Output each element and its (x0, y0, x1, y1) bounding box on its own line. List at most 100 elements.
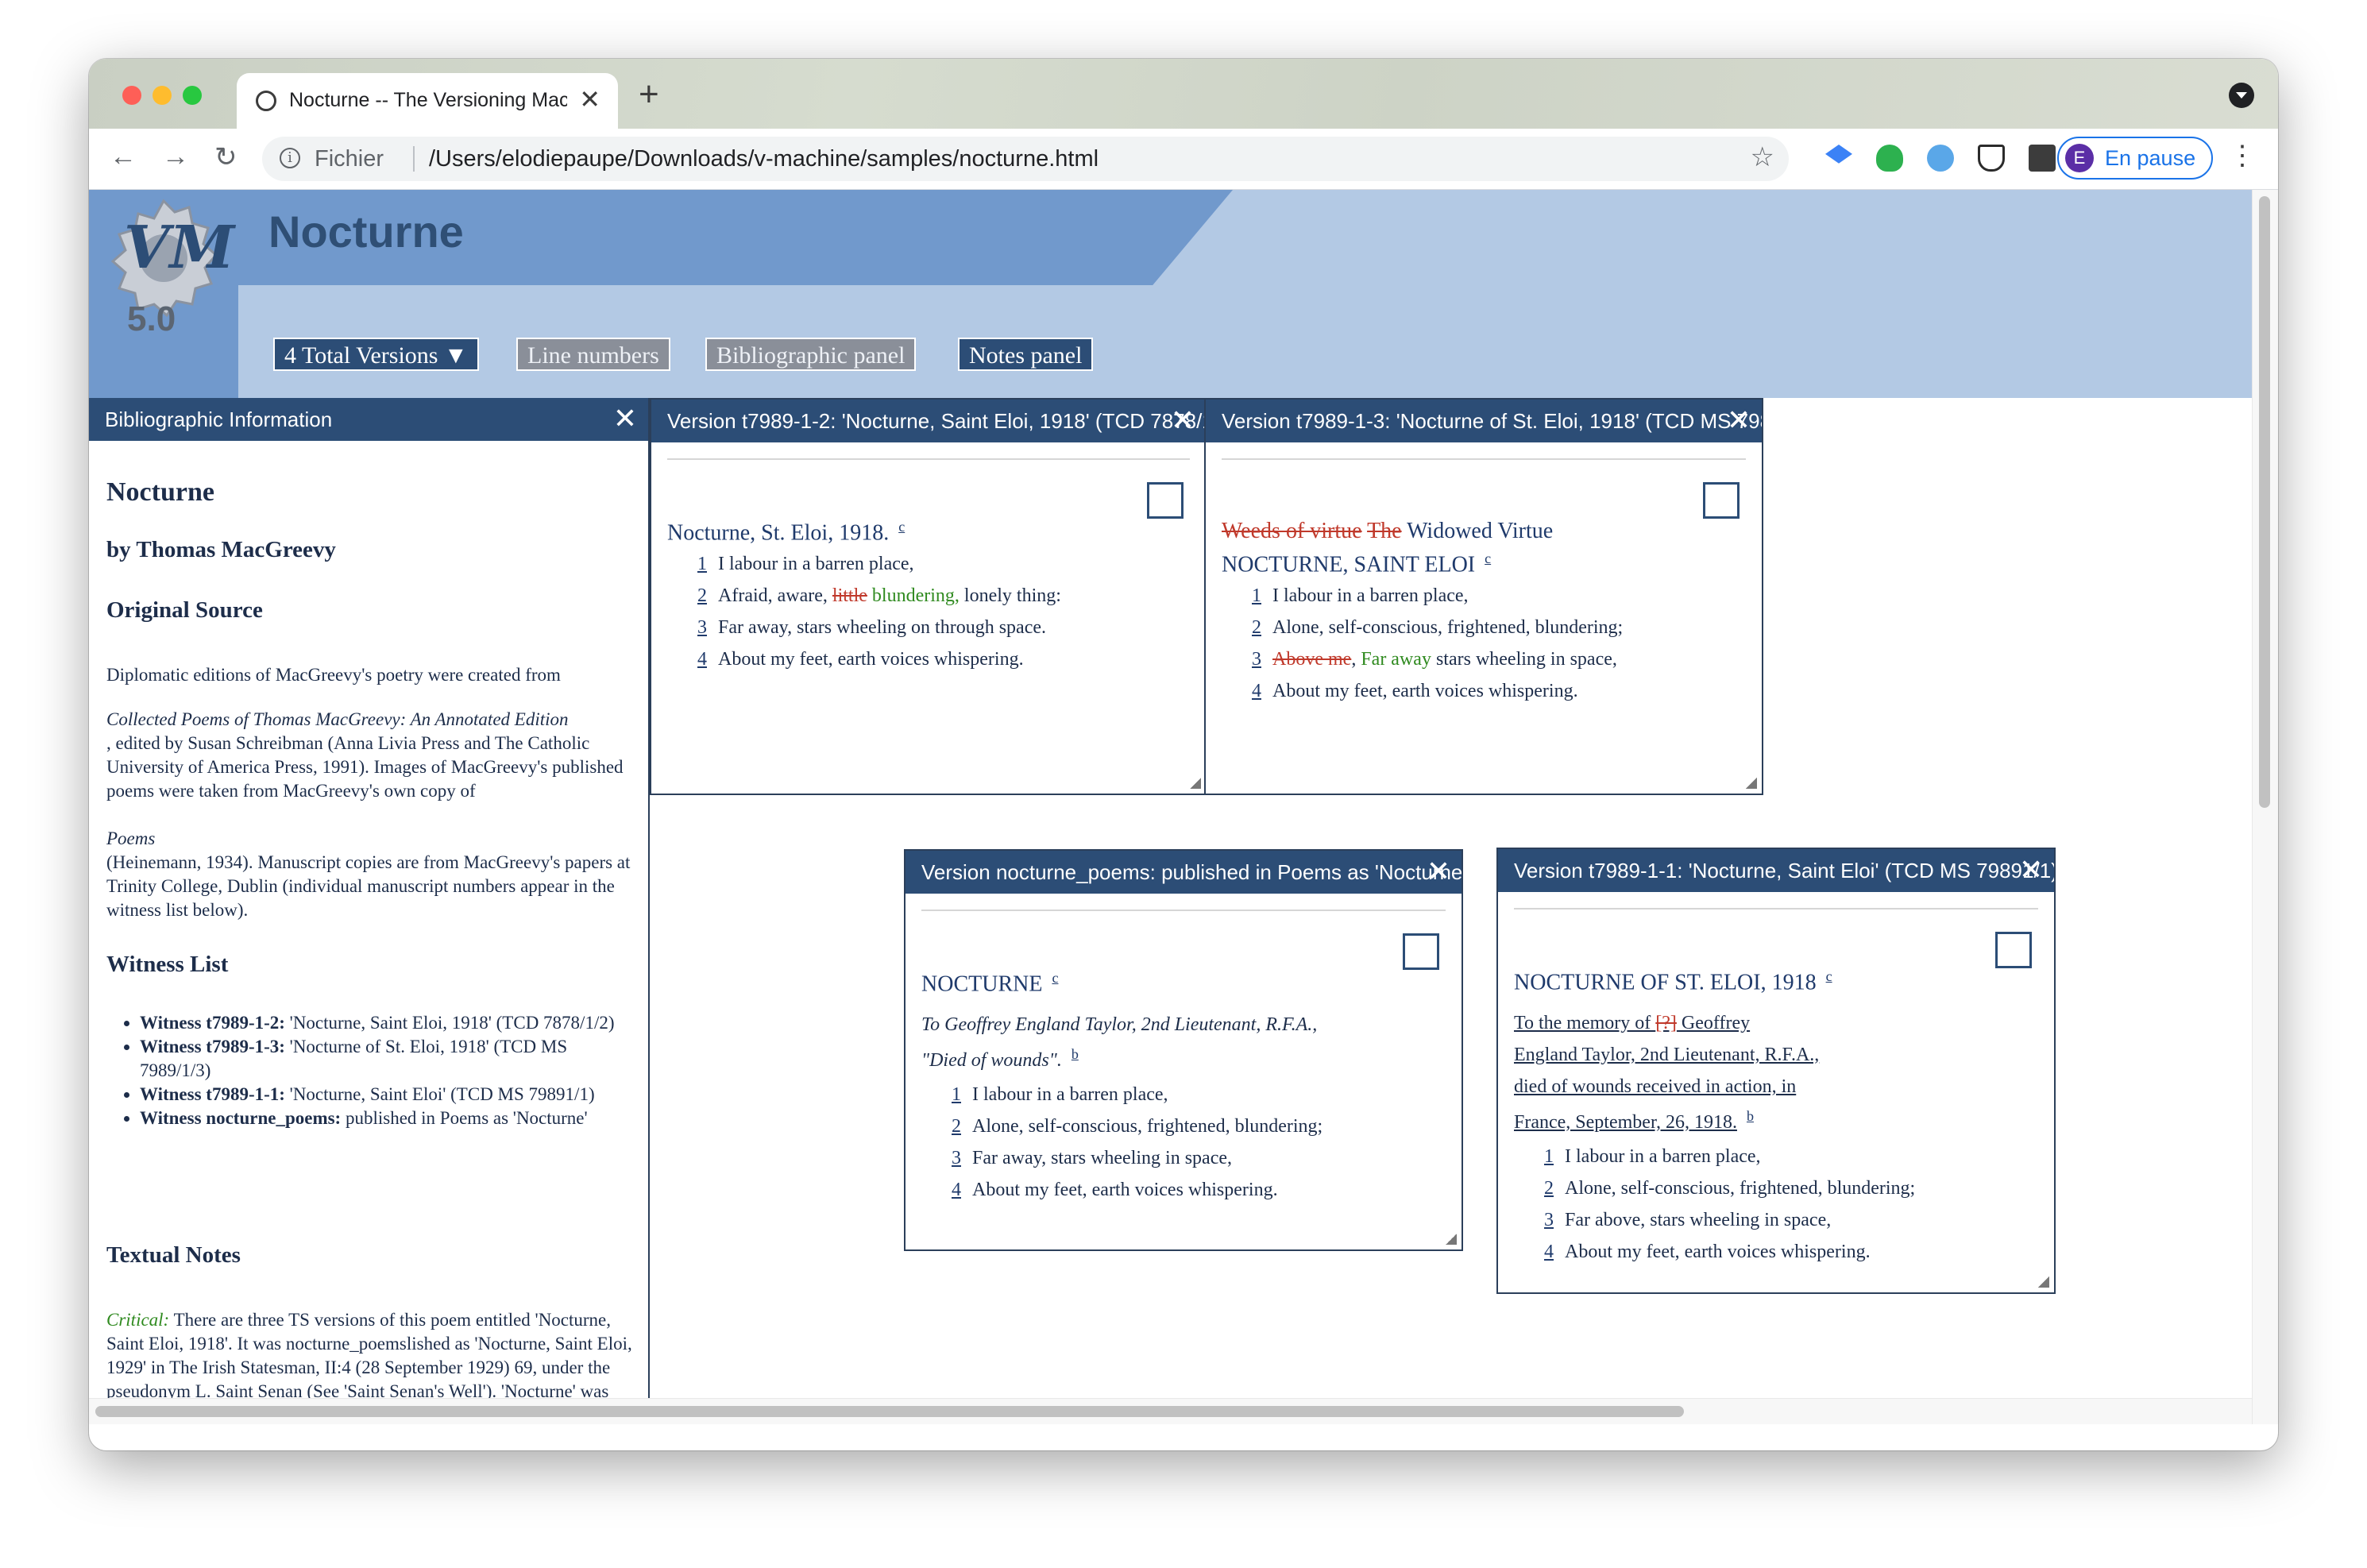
note-marker[interactable]: c (1485, 550, 1491, 566)
profile-label: En pause (2105, 146, 2196, 170)
panel-rule (1222, 458, 1746, 460)
url-text[interactable]: /Users/elodiepaupe/Downloads/v-machine/s… (429, 146, 1099, 172)
source-book: Collected Poems of Thomas MacGreevy: An … (106, 709, 569, 729)
scheme-label: Fichier (315, 146, 384, 172)
forward-icon[interactable]: → (162, 141, 189, 172)
note-marker[interactable]: c (1826, 968, 1832, 984)
notes-panel-button[interactable]: Notes panel (958, 338, 1094, 371)
close-window-button[interactable] (122, 86, 141, 105)
version-close-icon[interactable]: ✕ (1427, 851, 1450, 894)
browser-toolbar: ← → ↻ i Fichier /Users/elodiepaupe/Downl… (89, 129, 2278, 190)
panel-rule (667, 458, 1190, 460)
note-marker[interactable]: c (1052, 970, 1058, 986)
panel-rule (1514, 908, 2038, 910)
note-marker[interactable]: b (1747, 1108, 1754, 1124)
note-marker[interactable]: b (1072, 1046, 1079, 1062)
poem-line: 4 About my feet, earth voices whispering. (1544, 1242, 1871, 1262)
version-title: Version nocturne_poems: published in Poe… (905, 851, 1462, 894)
browser-tab[interactable]: Nocturne -- The Versioning Machine ✕ (237, 73, 618, 129)
bibliographic-panel[interactable]: Bibliographic Information ✕ Nocturne by … (89, 398, 650, 1424)
tab-search-icon[interactable] (2229, 83, 2254, 108)
poem-dedication: To Geoffrey England Taylor, 2nd Lieutena… (921, 1014, 1318, 1035)
note-marker[interactable]: c (898, 519, 905, 535)
version-close-icon[interactable]: ✕ (2019, 849, 2043, 892)
tab-close-icon[interactable]: ✕ (579, 84, 600, 114)
source-intro: Diplomatic editions of MacGreevy's poetr… (106, 665, 561, 685)
menu-kebab-icon[interactable]: ⋮ (2229, 140, 2256, 172)
source-poems: Poems (106, 828, 156, 848)
new-tab-button[interactable]: + (639, 75, 659, 114)
bib-author: by Thomas MacGreevy (106, 537, 336, 562)
avatar: E (2065, 144, 2094, 172)
poem-dedication: England Taylor, 2nd Lieutenant, R.F.A., (1514, 1045, 1820, 1065)
source-end: (Heinemann, 1934). Manuscript copies are… (106, 852, 631, 920)
page-content: VM 5.0 Nocturne 4 Total Versions ▼ Line … (89, 190, 2253, 1424)
extension-cap-icon[interactable] (1825, 145, 1852, 164)
bookmark-star-icon[interactable]: ☆ (1751, 141, 1774, 173)
poem-line: 2 Afraid, aware, little blundering, lonel… (697, 585, 1061, 606)
resize-handle[interactable] (1190, 778, 1201, 789)
version-title: Version t7989-1-3: 'Nocturne of St. Eloi… (1206, 400, 1762, 442)
tab-title: Nocturne -- The Versioning Machine (289, 89, 567, 111)
version-panel-nocturne-poems[interactable]: Version nocturne_poems: published in Poe… (904, 849, 1463, 1251)
source-rest: , edited by Susan Schreibman (Anna Livia… (106, 733, 624, 801)
version-panel-t7989-1-1[interactable]: Version t7989-1-1: 'Nocturne, Saint Eloi… (1496, 848, 2056, 1294)
logo-letters: VM (124, 214, 235, 282)
versions-dropdown[interactable]: 4 Total Versions ▼ (273, 338, 479, 371)
version-panel-t7989-1-2[interactable]: Version t7989-1-2: 'Nocturne, Saint Eloi… (650, 398, 1207, 795)
poem-line: 3 Far above, stars wheeling in space, (1544, 1210, 1832, 1230)
globe-icon (256, 91, 276, 111)
vertical-scroll-thumb[interactable] (2259, 196, 2270, 808)
version-close-icon[interactable]: ✕ (1727, 400, 1751, 442)
poem-line: 2 Alone, self-conscious, frightened, blun… (1252, 617, 1624, 638)
image-icon[interactable] (1147, 482, 1184, 519)
shield-extension-icon[interactable] (1978, 145, 2005, 172)
poem-line: 3 Far away, stars wheeling in space, (952, 1148, 1232, 1168)
resize-handle[interactable] (1746, 778, 1757, 789)
evernote-icon[interactable] (1876, 145, 1903, 172)
resize-handle[interactable] (1446, 1234, 1457, 1245)
mk-extension-icon[interactable] (1927, 145, 1954, 172)
bibliographic-panel-button[interactable]: Bibliographic panel (705, 338, 917, 371)
maximize-window-button[interactable] (183, 86, 202, 105)
back-icon[interactable]: ← (110, 141, 137, 172)
witness-list: Witness t7989-1-2: 'Nocturne, Saint Eloi… (106, 1011, 632, 1130)
poem-dedication: To the memory of [?] Geoffrey (1514, 1013, 1751, 1033)
line-numbers-button[interactable]: Line numbers (516, 338, 670, 371)
image-icon[interactable] (1403, 933, 1439, 970)
app-header: VM 5.0 Nocturne 4 Total Versions ▼ Line … (89, 190, 2253, 398)
bib-panel-title: Bibliographic Information (89, 398, 648, 441)
minimize-window-button[interactable] (153, 86, 172, 105)
poem-line: 3 Above me, Far away stars wheeling in sp… (1252, 649, 1617, 670)
bib-close-icon[interactable]: ✕ (613, 398, 637, 441)
poem-line: 1I labour in a barren place, (952, 1084, 1168, 1105)
logo-version: 5.0 (127, 299, 176, 338)
page-title: Nocturne (268, 207, 464, 257)
title-bar: Nocturne -- The Versioning Machine ✕ + (89, 59, 2278, 129)
image-icon[interactable] (1995, 932, 2032, 968)
info-icon[interactable]: i (280, 148, 300, 168)
version-title: Version t7989-1-2: 'Nocturne, Saint Eloi… (651, 400, 1206, 442)
version-panel-t7989-1-3[interactable]: Version t7989-1-3: 'Nocturne of St. Eloi… (1204, 398, 1763, 795)
textual-notes-heading: Textual Notes (106, 1242, 241, 1268)
poem-epigraph: Weeds of virtue The Widowed Virtue (1222, 519, 1554, 543)
poem-line: 2 Alone, self-conscious, frightened, blun… (952, 1116, 1323, 1137)
original-source-heading: Original Source (106, 597, 263, 623)
poem-line: 2 Alone, self-conscious, frightened, blun… (1544, 1178, 1916, 1199)
poem-heading: Nocturne, St. Eloi, 1918. c (667, 519, 905, 546)
version-close-icon[interactable]: ✕ (1171, 400, 1195, 442)
vertical-scrollbar[interactable] (2252, 190, 2278, 1424)
puzzle-icon[interactable] (2029, 145, 2056, 172)
horizontal-scrollbar[interactable] (89, 1398, 2253, 1424)
reload-icon[interactable]: ↻ (214, 141, 237, 173)
poem-heading: NOCTURNE, SAINT ELOI c (1222, 550, 1492, 577)
horizontal-scroll-thumb[interactable] (95, 1406, 1684, 1417)
browser-window: Nocturne -- The Versioning Machine ✕ + ←… (89, 59, 2278, 1450)
witness-list-heading: Witness List (106, 952, 229, 977)
poem-heading: NOCTURNE c (921, 970, 1059, 997)
address-bar[interactable]: i Fichier /Users/elodiepaupe/Downloads/v… (262, 137, 1789, 181)
profile-button[interactable]: E En pause (2057, 137, 2213, 180)
resize-handle[interactable] (2038, 1276, 2049, 1288)
image-icon[interactable] (1703, 482, 1740, 519)
poem-dedication: France, September, 26, 1918. b (1514, 1108, 1754, 1133)
